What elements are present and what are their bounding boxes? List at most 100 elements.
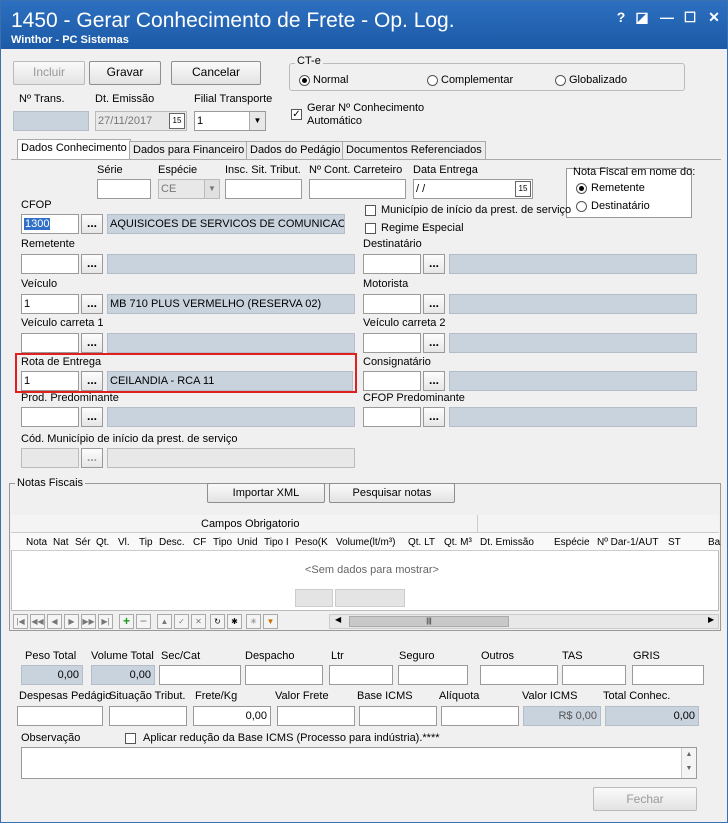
col-header[interactable]: Nº Dar-1/AUT	[597, 537, 658, 548]
col-header[interactable]: Espécie	[554, 537, 590, 548]
col-header[interactable]: Unid	[237, 537, 258, 548]
minimize-icon[interactable]: —	[657, 9, 677, 25]
incluir-button[interactable]: Incluir	[13, 61, 85, 85]
prod-field[interactable]	[21, 407, 79, 427]
gris-field[interactable]	[632, 665, 704, 685]
ltr-field[interactable]	[329, 665, 393, 685]
scroll-right-icon[interactable]: ▶	[708, 615, 714, 624]
despacho-field[interactable]	[245, 665, 323, 685]
consignatario-field[interactable]	[363, 371, 421, 391]
calendar-icon[interactable]: 15	[169, 113, 185, 129]
consignatario-lookup-button[interactable]: ...	[423, 371, 445, 391]
col-header[interactable]: Peso(K	[295, 537, 328, 548]
nav-bookmark-icon[interactable]: ✱	[227, 614, 242, 629]
importar-xml-button[interactable]: Importar XML	[207, 483, 325, 503]
tab-dados-pedagio[interactable]: Dados do Pedágio	[246, 141, 345, 159]
dtemissao-field[interactable]: 27/11/2017 15	[95, 111, 187, 131]
col-header[interactable]: Tip	[139, 537, 153, 548]
motorista-field[interactable]	[363, 294, 421, 314]
municipio-checkbox[interactable]	[365, 205, 376, 216]
destinatario-lookup-button[interactable]: ...	[423, 254, 445, 274]
serie-field[interactable]	[97, 179, 151, 199]
nav-first-icon[interactable]: |◀	[13, 614, 28, 629]
pesquisar-notas-button[interactable]: Pesquisar notas	[329, 483, 455, 503]
col-header[interactable]: Qt.	[96, 537, 109, 548]
cfop-pred-lookup-button[interactable]: ...	[423, 407, 445, 427]
aplicar-checkbox[interactable]	[125, 733, 136, 744]
cfop-field[interactable]: 1300	[21, 214, 79, 234]
col-header[interactable]: Qt. M³	[444, 537, 472, 548]
col-header[interactable]: Vl.	[118, 537, 130, 548]
nav-prev-page-icon[interactable]: ◀◀	[30, 614, 45, 629]
filial-select[interactable]: 1 ▼	[194, 111, 266, 131]
nav-next-page-icon[interactable]: ▶▶	[81, 614, 96, 629]
remetente-lookup-button[interactable]: ...	[81, 254, 103, 274]
nav-next-icon[interactable]: ▶	[64, 614, 79, 629]
filter-icon[interactable]: ▼	[263, 614, 278, 629]
nav-delete-icon[interactable]: −	[136, 614, 151, 629]
regime-checkbox[interactable]	[365, 223, 376, 234]
col-header[interactable]: ST	[668, 537, 681, 548]
fechar-button[interactable]: Fechar	[593, 787, 697, 811]
col-header[interactable]: Dt. Emissão	[480, 537, 534, 548]
veiculo-carreta2-field[interactable]	[363, 333, 421, 353]
obs-scrollbar[interactable]: ▲ ▼	[681, 748, 696, 778]
veiculo-lookup-button[interactable]: ...	[81, 294, 103, 314]
gerar-checkbox[interactable]: ✓	[291, 109, 302, 120]
nf-destinatario-radio[interactable]	[576, 201, 587, 212]
insc-field[interactable]	[225, 179, 302, 199]
nav-goto-bookmark-icon[interactable]: ✳	[246, 614, 261, 629]
despesas-field[interactable]	[17, 706, 103, 726]
nav-post-icon[interactable]: ✓	[174, 614, 189, 629]
col-header[interactable]: Nota	[26, 537, 47, 548]
tas-field[interactable]	[562, 665, 626, 685]
frete-field[interactable]: 0,00	[193, 706, 271, 726]
scroll-thumb[interactable]: |||	[349, 616, 509, 627]
cte-complementar-radio[interactable]	[427, 75, 438, 86]
cte-normal-radio[interactable]	[299, 75, 310, 86]
tab-documentos-referenciados[interactable]: Documentos Referenciados	[342, 141, 486, 159]
help-icon[interactable]: ?	[611, 9, 631, 25]
chevron-down-icon[interactable]: ▼	[204, 180, 219, 198]
obs-textarea[interactable]	[21, 747, 697, 779]
maximize-icon[interactable]: ☐	[680, 9, 700, 26]
calendar-icon[interactable]: 15	[515, 181, 531, 197]
seccat-field[interactable]	[159, 665, 241, 685]
rota-field[interactable]: 1	[21, 371, 79, 391]
rota-lookup-button[interactable]: ...	[81, 371, 103, 391]
baseicms-field[interactable]	[359, 706, 437, 726]
col-header[interactable]: Sér	[75, 537, 91, 548]
restore-icon[interactable]: ◪	[632, 9, 652, 26]
prod-lookup-button[interactable]: ...	[81, 407, 103, 427]
valorfrete-field[interactable]	[277, 706, 355, 726]
close-icon[interactable]: ✕	[704, 9, 724, 26]
scroll-left-icon[interactable]: ◀	[335, 615, 341, 624]
cfop-lookup-button[interactable]: ...	[81, 214, 103, 234]
veiculo-carreta-field[interactable]	[21, 333, 79, 353]
especie-select[interactable]: CE ▼	[158, 179, 220, 199]
ncont-field[interactable]	[309, 179, 406, 199]
motorista-lookup-button[interactable]: ...	[423, 294, 445, 314]
col-header[interactable]: Qt. LT	[408, 537, 435, 548]
nav-edit-icon[interactable]: ▲	[157, 614, 172, 629]
tab-dados-conhecimento[interactable]: Dados Conhecimento	[17, 139, 131, 159]
dataentrega-field[interactable]: / / 15	[413, 179, 533, 199]
nav-last-icon[interactable]: ▶|	[98, 614, 113, 629]
cte-globalizado-radio[interactable]	[555, 75, 566, 86]
veiculo-carreta-lookup-button[interactable]: ...	[81, 333, 103, 353]
cod-mun-lookup-button[interactable]: ...	[81, 448, 103, 468]
col-header[interactable]: Ba	[708, 537, 720, 548]
aliquota-field[interactable]	[441, 706, 519, 726]
col-header[interactable]: Volume(lt/m³)	[336, 537, 395, 548]
col-header[interactable]: Desc.	[159, 537, 185, 548]
nav-prev-icon[interactable]: ◀	[47, 614, 62, 629]
gravar-button[interactable]: Gravar	[89, 61, 161, 85]
cod-mun-field[interactable]	[21, 448, 79, 468]
outros-field[interactable]	[480, 665, 558, 685]
ntrans-field[interactable]	[13, 111, 89, 131]
col-header[interactable]: CF	[193, 537, 206, 548]
col-header[interactable]: Tipo	[213, 537, 232, 548]
situacao-field[interactable]	[109, 706, 187, 726]
seguro-field[interactable]	[398, 665, 468, 685]
remetente-field[interactable]	[21, 254, 79, 274]
